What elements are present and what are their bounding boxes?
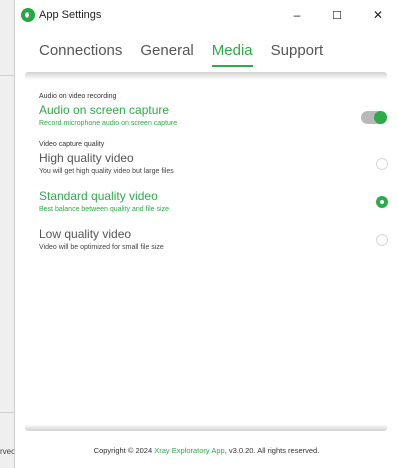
window-title: App Settings [39,9,102,21]
high-quality-title: High quality video [39,151,134,165]
video-section-label: Video capture quality [39,141,105,148]
footer-divider [25,424,387,431]
tab-support[interactable]: Support [271,42,324,67]
audio-capture-option[interactable]: Audio on screen capture Record microphon… [39,103,387,127]
standard-quality-radio[interactable] [376,196,388,208]
background-divider [0,412,14,413]
toggle-knob [374,111,387,124]
minimize-button[interactable]: – [277,0,317,30]
tabs-divider [25,72,387,80]
app-logo-icon [21,8,35,22]
standard-quality-desc: Best balance between quality and file si… [39,206,169,213]
audio-capture-desc: Record microphone audio on screen captur… [39,120,178,127]
audio-capture-title: Audio on screen capture [39,103,170,117]
copyright-footer: Copyright © 2024 Xray Exploratory App, v… [15,446,398,455]
background-clipped-text: rvec [0,447,14,456]
copyright-prefix: Copyright © 2024 [93,446,155,455]
standard-quality-title: Standard quality video [39,189,158,203]
close-button[interactable]: ✕ [358,0,398,30]
low-quality-option[interactable]: Low quality video Video will be optimize… [39,227,388,251]
high-quality-radio[interactable] [376,158,388,170]
title-bar: App Settings – ☐ ✕ [15,0,398,32]
settings-window: App Settings – ☐ ✕ Connections General M… [14,0,398,468]
high-quality-desc: You will get high quality video but larg… [39,168,174,175]
maximize-button[interactable]: ☐ [317,0,357,30]
low-quality-desc: Video will be optimized for small file s… [39,244,164,251]
audio-section-label: Audio on video recording [39,93,117,100]
media-settings: Audio on video recording Audio on screen… [39,93,388,265]
high-quality-option[interactable]: High quality video You will get high qua… [39,151,388,175]
tab-general[interactable]: General [140,42,193,67]
background-window: rvec [0,0,14,468]
audio-capture-toggle[interactable] [361,111,387,124]
copyright-suffix: , v3.0.20. All rights reserved. [224,446,320,455]
low-quality-title: Low quality video [39,227,132,241]
background-divider [0,75,14,76]
tab-connections[interactable]: Connections [39,42,122,67]
app-link[interactable]: Xray Exploratory App [154,446,224,455]
tab-media[interactable]: Media [211,42,253,67]
low-quality-radio[interactable] [376,234,388,246]
settings-tabs: Connections General Media Support [39,42,341,67]
standard-quality-option[interactable]: Standard quality video Best balance betw… [39,189,388,213]
